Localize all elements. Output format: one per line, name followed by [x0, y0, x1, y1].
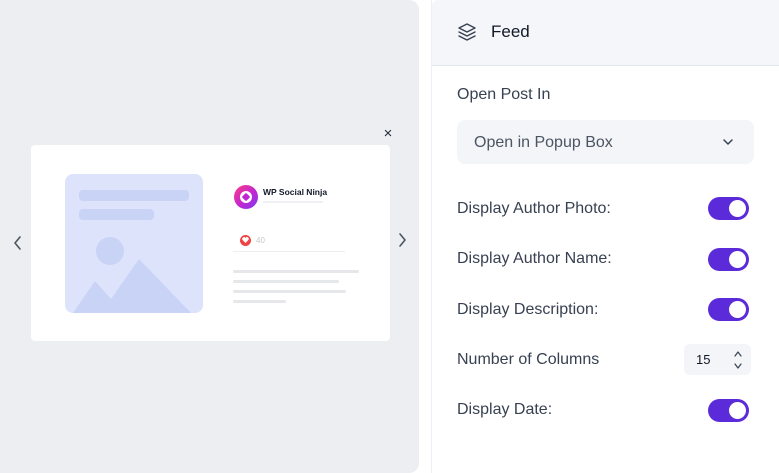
close-icon[interactable]: × [381, 126, 395, 142]
likes-row: 40 [240, 234, 265, 246]
toggle-knob [729, 200, 746, 217]
number-of-columns-value: 15 [696, 352, 711, 367]
open-post-in-value: Open in Popup Box [474, 134, 613, 151]
open-post-in-select[interactable]: Open in Popup Box [457, 120, 754, 164]
display-author-name-toggle[interactable] [708, 248, 749, 271]
placeholder-bar [79, 190, 189, 201]
author-meta-placeholder [263, 201, 323, 203]
display-description-toggle[interactable] [708, 298, 749, 321]
placeholder-bar [79, 209, 154, 220]
number-of-columns-input[interactable]: 15 [684, 344, 751, 375]
display-author-photo-toggle[interactable] [708, 197, 749, 220]
description-placeholder-line [233, 280, 339, 283]
display-author-photo-label: Display Author Photo: [457, 200, 611, 217]
display-description-label: Display Description: [457, 301, 599, 318]
toggle-knob [729, 251, 746, 268]
display-date-label: Display Date: [457, 401, 553, 418]
popup-card: WP Social Ninja 40 [31, 145, 390, 341]
mountains-icon [73, 259, 191, 313]
section-title: Feed [491, 22, 530, 41]
chevron-left-icon[interactable] [11, 234, 25, 252]
divider [233, 251, 345, 252]
description-placeholder-line [233, 290, 346, 293]
author-name: WP Social Ninja [263, 187, 328, 197]
open-post-in-label: Open Post In [457, 86, 551, 103]
quantity-stepper[interactable] [733, 348, 743, 372]
display-author-name-label: Display Author Name: [457, 250, 612, 267]
chevron-down-icon[interactable] [733, 361, 743, 371]
description-placeholder-line [233, 300, 286, 303]
avatar [234, 185, 258, 209]
likes-count: 40 [256, 235, 265, 245]
chevron-up-icon[interactable] [733, 349, 743, 359]
heart-icon [240, 234, 251, 246]
chevron-right-icon[interactable] [395, 231, 409, 249]
toggle-knob [729, 402, 746, 419]
chevron-down-icon [723, 139, 733, 145]
popup-preview-panel: × WP Social Ninja 40 [0, 0, 419, 473]
settings-panel: Feed Open Post In Open in Popup Box Disp… [431, 0, 779, 473]
image-placeholder [65, 174, 203, 313]
number-of-columns-label: Number of Columns [457, 351, 600, 368]
layers-icon [458, 23, 476, 41]
toggle-knob [729, 301, 746, 318]
description-placeholder-line [233, 270, 359, 273]
display-date-toggle[interactable] [708, 399, 749, 422]
settings-header: Feed [432, 0, 779, 66]
